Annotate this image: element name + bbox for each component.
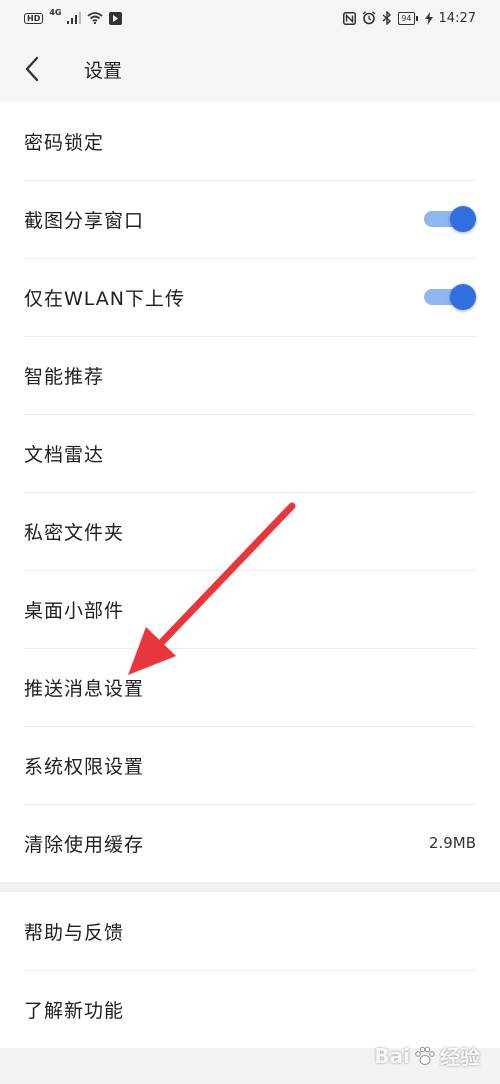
signal-icon [67, 12, 82, 24]
screenshot-share-toggle[interactable] [424, 206, 476, 232]
settings-row-password-lock[interactable]: 密码锁定 [0, 102, 500, 180]
settings-row-clear-cache[interactable]: 清除使用缓存 2.9MB [0, 804, 500, 882]
row-label: 系统权限设置 [24, 755, 145, 778]
settings-row-wlan-upload[interactable]: 仅在WLAN下上传 [0, 258, 500, 336]
nfc-icon [343, 11, 357, 25]
settings-row-help-feedback[interactable]: 帮助与反馈 [0, 892, 500, 970]
settings-group-main: 密码锁定 截图分享窗口 仅在WLAN下上传 智能推荐 文档雷达 私密文件夹 桌面… [0, 102, 500, 882]
row-label: 桌面小部件 [24, 599, 125, 622]
battery-level: 94 [401, 13, 412, 23]
chevron-left-icon [25, 56, 39, 82]
settings-row-private-folder[interactable]: 私密文件夹 [0, 492, 500, 570]
settings-group-help: 帮助与反馈 了解新功能 [0, 892, 500, 1048]
row-label: 推送消息设置 [24, 677, 145, 700]
settings-row-push-notifications[interactable]: 推送消息设置 [0, 648, 500, 726]
status-time: 14:27 [438, 10, 476, 26]
alarm-icon [362, 11, 376, 25]
status-bar: HD 4G 94 14:27 [0, 0, 500, 36]
toggle-thumb [450, 206, 476, 232]
row-label: 仅在WLAN下上传 [24, 287, 186, 310]
network-type-label: 4G [49, 7, 62, 17]
settings-row-screenshot-share[interactable]: 截图分享窗口 [0, 180, 500, 258]
toggle-thumb [450, 284, 476, 310]
app-notification-icon [109, 11, 123, 25]
row-label: 私密文件夹 [24, 521, 125, 544]
row-label: 了解新功能 [24, 999, 125, 1022]
hd-badge: HD [24, 12, 44, 24]
settings-row-whats-new[interactable]: 了解新功能 [0, 970, 500, 1048]
watermark-brand: Bai [374, 1043, 410, 1068]
status-bar-left: HD 4G [24, 8, 123, 25]
bluetooth-icon [382, 11, 392, 25]
battery-icon: 94 [398, 11, 418, 25]
wlan-upload-toggle[interactable] [424, 284, 476, 310]
charging-icon [424, 11, 433, 25]
settings-row-smart-recommend[interactable]: 智能推荐 [0, 336, 500, 414]
row-label: 截图分享窗口 [24, 209, 145, 232]
wifi-icon [87, 12, 104, 24]
page-title: 设置 [84, 59, 123, 82]
settings-row-doc-radar[interactable]: 文档雷达 [0, 414, 500, 492]
app-header: 设置 [0, 36, 500, 103]
row-label: 清除使用缓存 [24, 833, 145, 856]
settings-row-system-permissions[interactable]: 系统权限设置 [0, 726, 500, 804]
settings-row-desktop-widget[interactable]: 桌面小部件 [0, 570, 500, 648]
back-button[interactable] [24, 54, 44, 84]
row-label: 文档雷达 [24, 443, 105, 466]
cache-size-value: 2.9MB [428, 834, 476, 852]
status-bar-right: 94 14:27 [343, 11, 476, 26]
row-label: 智能推荐 [24, 365, 105, 388]
row-label: 帮助与反馈 [24, 921, 125, 944]
watermark-logo: Bai 经验 [374, 1041, 480, 1070]
row-label: 密码锁定 [24, 131, 105, 154]
watermark-suffix: 经验 [440, 1045, 480, 1069]
paw-icon [415, 1046, 435, 1065]
